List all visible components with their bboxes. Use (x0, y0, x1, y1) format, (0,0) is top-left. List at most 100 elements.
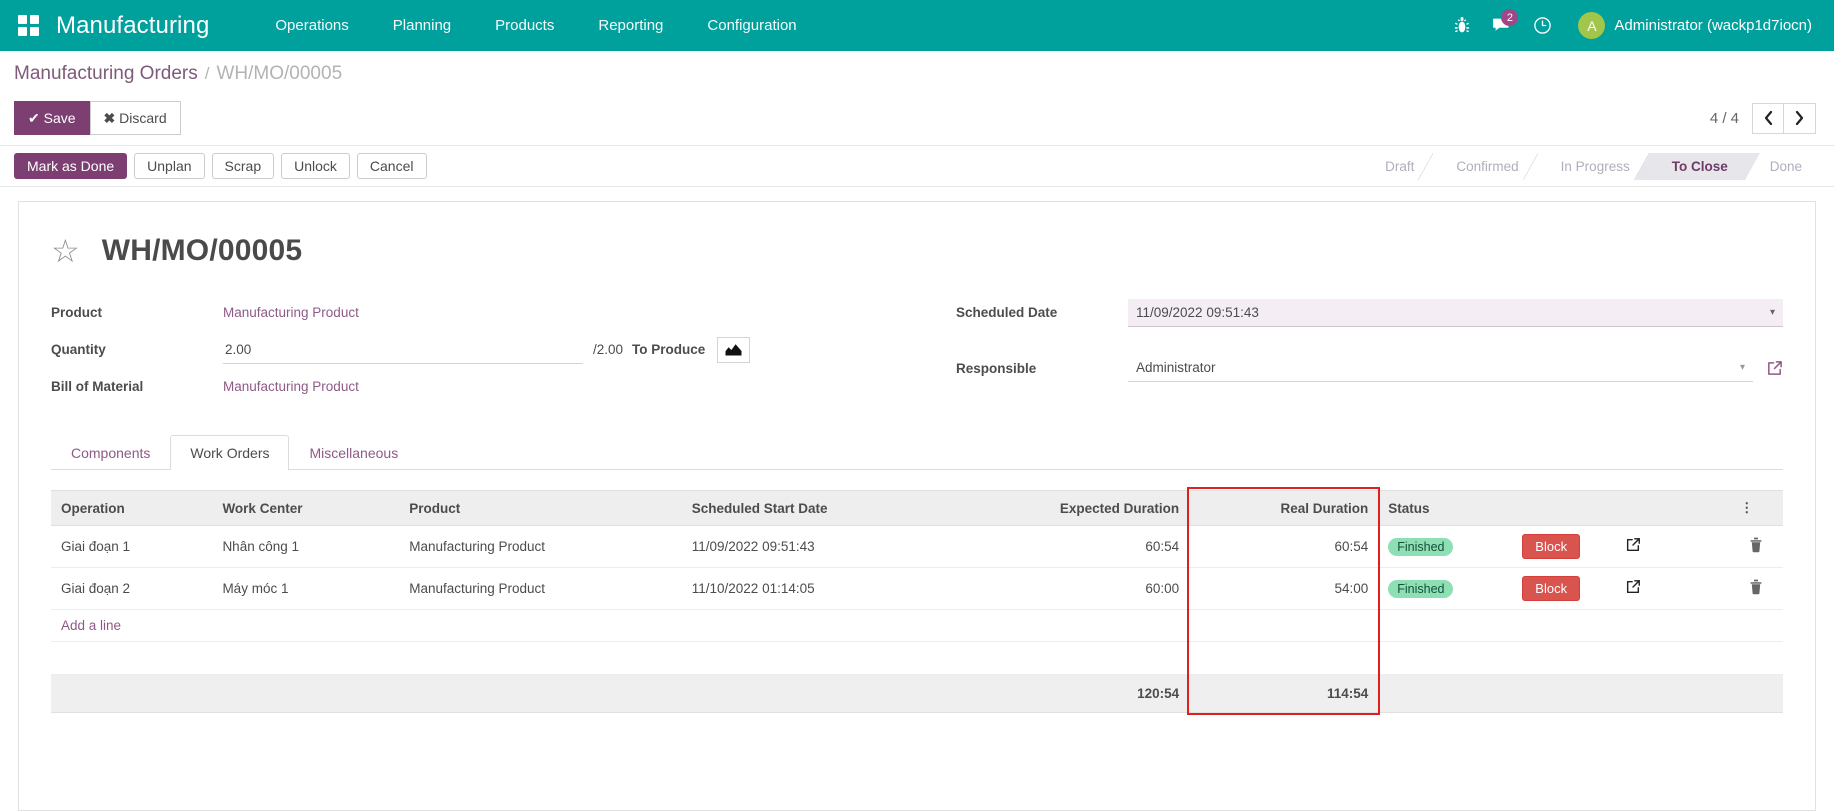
cancel-button[interactable]: Cancel (357, 153, 427, 179)
cell-work-center[interactable]: Máy móc 1 (212, 568, 399, 610)
breadcrumb-parent[interactable]: Manufacturing Orders (14, 63, 198, 85)
footer-spacer-1 (51, 675, 212, 713)
cell-operation[interactable]: Giai đoạn 2 (51, 568, 212, 610)
responsible-external-link-icon[interactable] (1766, 360, 1783, 377)
options-dots-icon[interactable]: ⋮ (1730, 491, 1783, 526)
external-link-icon[interactable] (1625, 579, 1641, 595)
pager: 4 / 4 (1710, 103, 1820, 134)
status-stage-to-close[interactable]: To Close (1648, 153, 1746, 180)
quantity-row: /2.00 To Produce (223, 331, 878, 368)
column-header-actions (1488, 491, 1615, 526)
scrap-button[interactable]: Scrap (212, 153, 275, 179)
discard-button[interactable]: ✖ Discard (90, 101, 181, 135)
responsible-field-wrap: Administrator ▾ (1128, 350, 1783, 387)
quantity-input[interactable] (223, 336, 583, 363)
add-line-row[interactable]: Add a line (51, 610, 1783, 642)
pager-previous-button[interactable] (1752, 103, 1784, 134)
mark-as-done-button[interactable]: Mark as Done (14, 153, 127, 179)
footer-spacer-6 (1488, 675, 1615, 713)
status-badge: Finished (1388, 538, 1453, 556)
save-button[interactable]: ✔ Save (14, 101, 90, 135)
column-header-spacer (1615, 491, 1730, 526)
footer-spacer-3 (399, 675, 682, 713)
unplan-button[interactable]: Unplan (134, 153, 204, 179)
responsible-input[interactable]: Administrator ▾ (1128, 354, 1753, 382)
column-header-scheduled-start-date[interactable]: Scheduled Start Date (682, 491, 959, 526)
cell-expected-duration[interactable]: 60:54 (959, 526, 1190, 568)
column-header-operation[interactable]: Operation (51, 491, 212, 526)
column-header-expected-duration[interactable]: Expected Duration (959, 491, 1190, 526)
footer-spacer-7 (1615, 675, 1730, 713)
status-stage-confirmed[interactable]: Confirmed (1432, 153, 1536, 180)
scheduled-date-value: 11/09/2022 09:51:43 (1136, 305, 1259, 320)
status-stage-draft[interactable]: Draft (1361, 153, 1432, 180)
sheet-background: ☆ WH/MO/00005 Product Manufacturing Prod… (0, 187, 1834, 811)
trash-icon[interactable] (1749, 583, 1763, 598)
cell-scheduled-start-date[interactable]: 11/10/2022 01:14:05 (682, 568, 959, 610)
cell-product[interactable]: Manufacturing Product (399, 568, 682, 610)
bug-icon[interactable] (1442, 0, 1482, 51)
cell-product[interactable]: Manufacturing Product (399, 526, 682, 568)
quantity-label: Quantity (51, 331, 223, 368)
save-discard-group: ✔ Save ✖ Discard (14, 101, 181, 135)
messages-badge-count: 2 (1501, 9, 1518, 26)
form-fields: Product Manufacturing Product Quantity /… (51, 294, 1783, 405)
tab-components[interactable]: Components (51, 435, 170, 470)
status-stage-done[interactable]: Done (1746, 153, 1820, 180)
product-value[interactable]: Manufacturing Product (223, 294, 878, 331)
chevron-down-icon: ▾ (1770, 307, 1775, 318)
menu-item-configuration[interactable]: Configuration (685, 0, 818, 51)
trash-icon[interactable] (1749, 541, 1763, 556)
scheduled-date-field-wrap: 11/09/2022 09:51:43 ▾ (1128, 294, 1783, 331)
add-a-line-link[interactable]: Add a line (61, 618, 121, 633)
cell-expected-duration[interactable]: 60:00 (959, 568, 1190, 610)
footer-spacer-2 (212, 675, 399, 713)
footer-spacer-5 (1378, 675, 1488, 713)
action-buttons: Mark as Done Unplan Scrap Unlock Cancel (14, 153, 434, 179)
apps-grid-icon[interactable] (18, 15, 39, 36)
pager-next-button[interactable] (1784, 103, 1816, 134)
status-stage-in-progress[interactable]: In Progress (1537, 153, 1648, 180)
menu-item-planning[interactable]: Planning (371, 0, 473, 51)
column-header-status[interactable]: Status (1378, 491, 1488, 526)
app-brand-title[interactable]: Manufacturing (56, 12, 209, 40)
table-header-row: Operation Work Center Product Scheduled … (51, 491, 1783, 526)
work-orders-table: Operation Work Center Product Scheduled … (51, 490, 1783, 713)
tab-work-orders[interactable]: Work Orders (170, 435, 289, 470)
column-header-work-center[interactable]: Work Center (212, 491, 399, 526)
block-button[interactable]: Block (1522, 576, 1580, 601)
menu-item-products[interactable]: Products (473, 0, 576, 51)
cell-block-action: Block (1488, 526, 1615, 568)
external-link-icon[interactable] (1625, 537, 1641, 553)
cell-operation[interactable]: Giai đoạn 1 (51, 526, 212, 568)
scheduled-date-label: Scheduled Date (956, 294, 1128, 331)
block-button[interactable]: Block (1522, 534, 1580, 559)
footer-total-expected-duration: 120:54 (959, 675, 1190, 713)
footer-spacer-8 (1730, 675, 1783, 713)
record-title-row: ☆ WH/MO/00005 (51, 234, 1783, 268)
messages-icon[interactable]: 2 (1482, 0, 1522, 51)
table-row[interactable]: Giai đoạn 2 Máy móc 1 Manufacturing Prod… (51, 568, 1783, 610)
cell-real-duration[interactable]: 54:00 (1189, 568, 1378, 610)
menu-item-operations[interactable]: Operations (253, 0, 370, 51)
unlock-button[interactable]: Unlock (281, 153, 350, 179)
cell-scheduled-start-date[interactable]: 11/09/2022 09:51:43 (682, 526, 959, 568)
column-header-product[interactable]: Product (399, 491, 682, 526)
control-panel: Manufacturing Orders / WH/MO/00005 ✔ Sav… (0, 51, 1834, 146)
cell-open-action (1615, 568, 1730, 610)
tab-miscellaneous[interactable]: Miscellaneous (289, 435, 418, 470)
star-outline-icon[interactable]: ☆ (51, 235, 80, 267)
column-header-real-duration[interactable]: Real Duration (1189, 491, 1378, 526)
scheduled-date-input[interactable]: 11/09/2022 09:51:43 ▾ (1128, 299, 1783, 327)
user-menu[interactable]: A Administrator (wackp1d7iocn) (1578, 12, 1816, 39)
activity-clock-icon[interactable] (1522, 0, 1562, 51)
cell-work-center[interactable]: Nhân công 1 (212, 526, 399, 568)
area-chart-icon[interactable] (717, 337, 750, 363)
menu-item-reporting[interactable]: Reporting (576, 0, 685, 51)
bill-of-material-value[interactable]: Manufacturing Product (223, 368, 878, 405)
cell-real-duration[interactable]: 60:54 (1189, 526, 1378, 568)
table-footer-row: 120:54 114:54 (51, 675, 1783, 713)
bill-of-material-label: Bill of Material (51, 368, 223, 405)
cell-status: Finished (1378, 568, 1488, 610)
table-row[interactable]: Giai đoạn 1 Nhân công 1 Manufacturing Pr… (51, 526, 1783, 568)
